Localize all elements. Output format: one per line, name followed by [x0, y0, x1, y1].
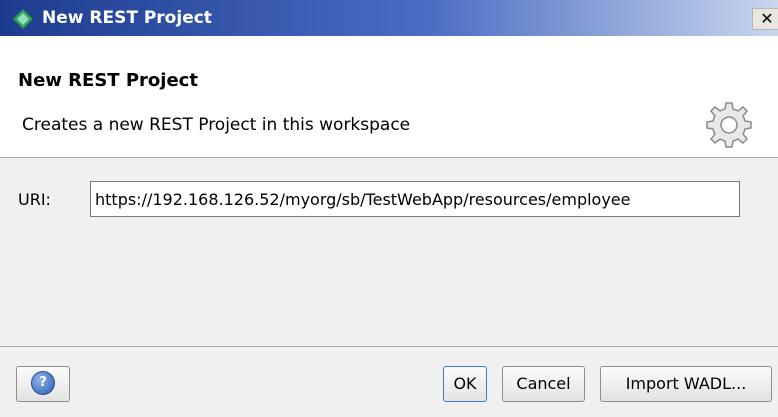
window-title: New REST Project [42, 8, 212, 28]
import-wadl-button[interactable]: Import WADL... [600, 366, 772, 402]
cancel-button[interactable]: Cancel [502, 366, 585, 402]
uri-input[interactable] [90, 181, 740, 217]
dialog-content: URI: [0, 158, 778, 346]
title-bar[interactable]: New REST Project ✕ [0, 0, 778, 36]
close-icon: ✕ [760, 9, 774, 28]
help-button[interactable]: ? [16, 366, 70, 402]
app-logo-icon [12, 8, 34, 30]
gear-icon [706, 102, 752, 148]
banner-title: New REST Project [18, 70, 198, 91]
uri-label: URI: [18, 190, 51, 209]
dialog-banner: New REST Project Creates a new REST Proj… [0, 36, 778, 158]
help-icon: ? [31, 371, 55, 395]
dialog-footer: ? OK Cancel Import WADL... [0, 346, 778, 417]
ok-button[interactable]: OK [443, 366, 487, 402]
close-button[interactable]: ✕ [752, 8, 778, 30]
banner-description: Creates a new REST Project in this works… [22, 115, 411, 135]
